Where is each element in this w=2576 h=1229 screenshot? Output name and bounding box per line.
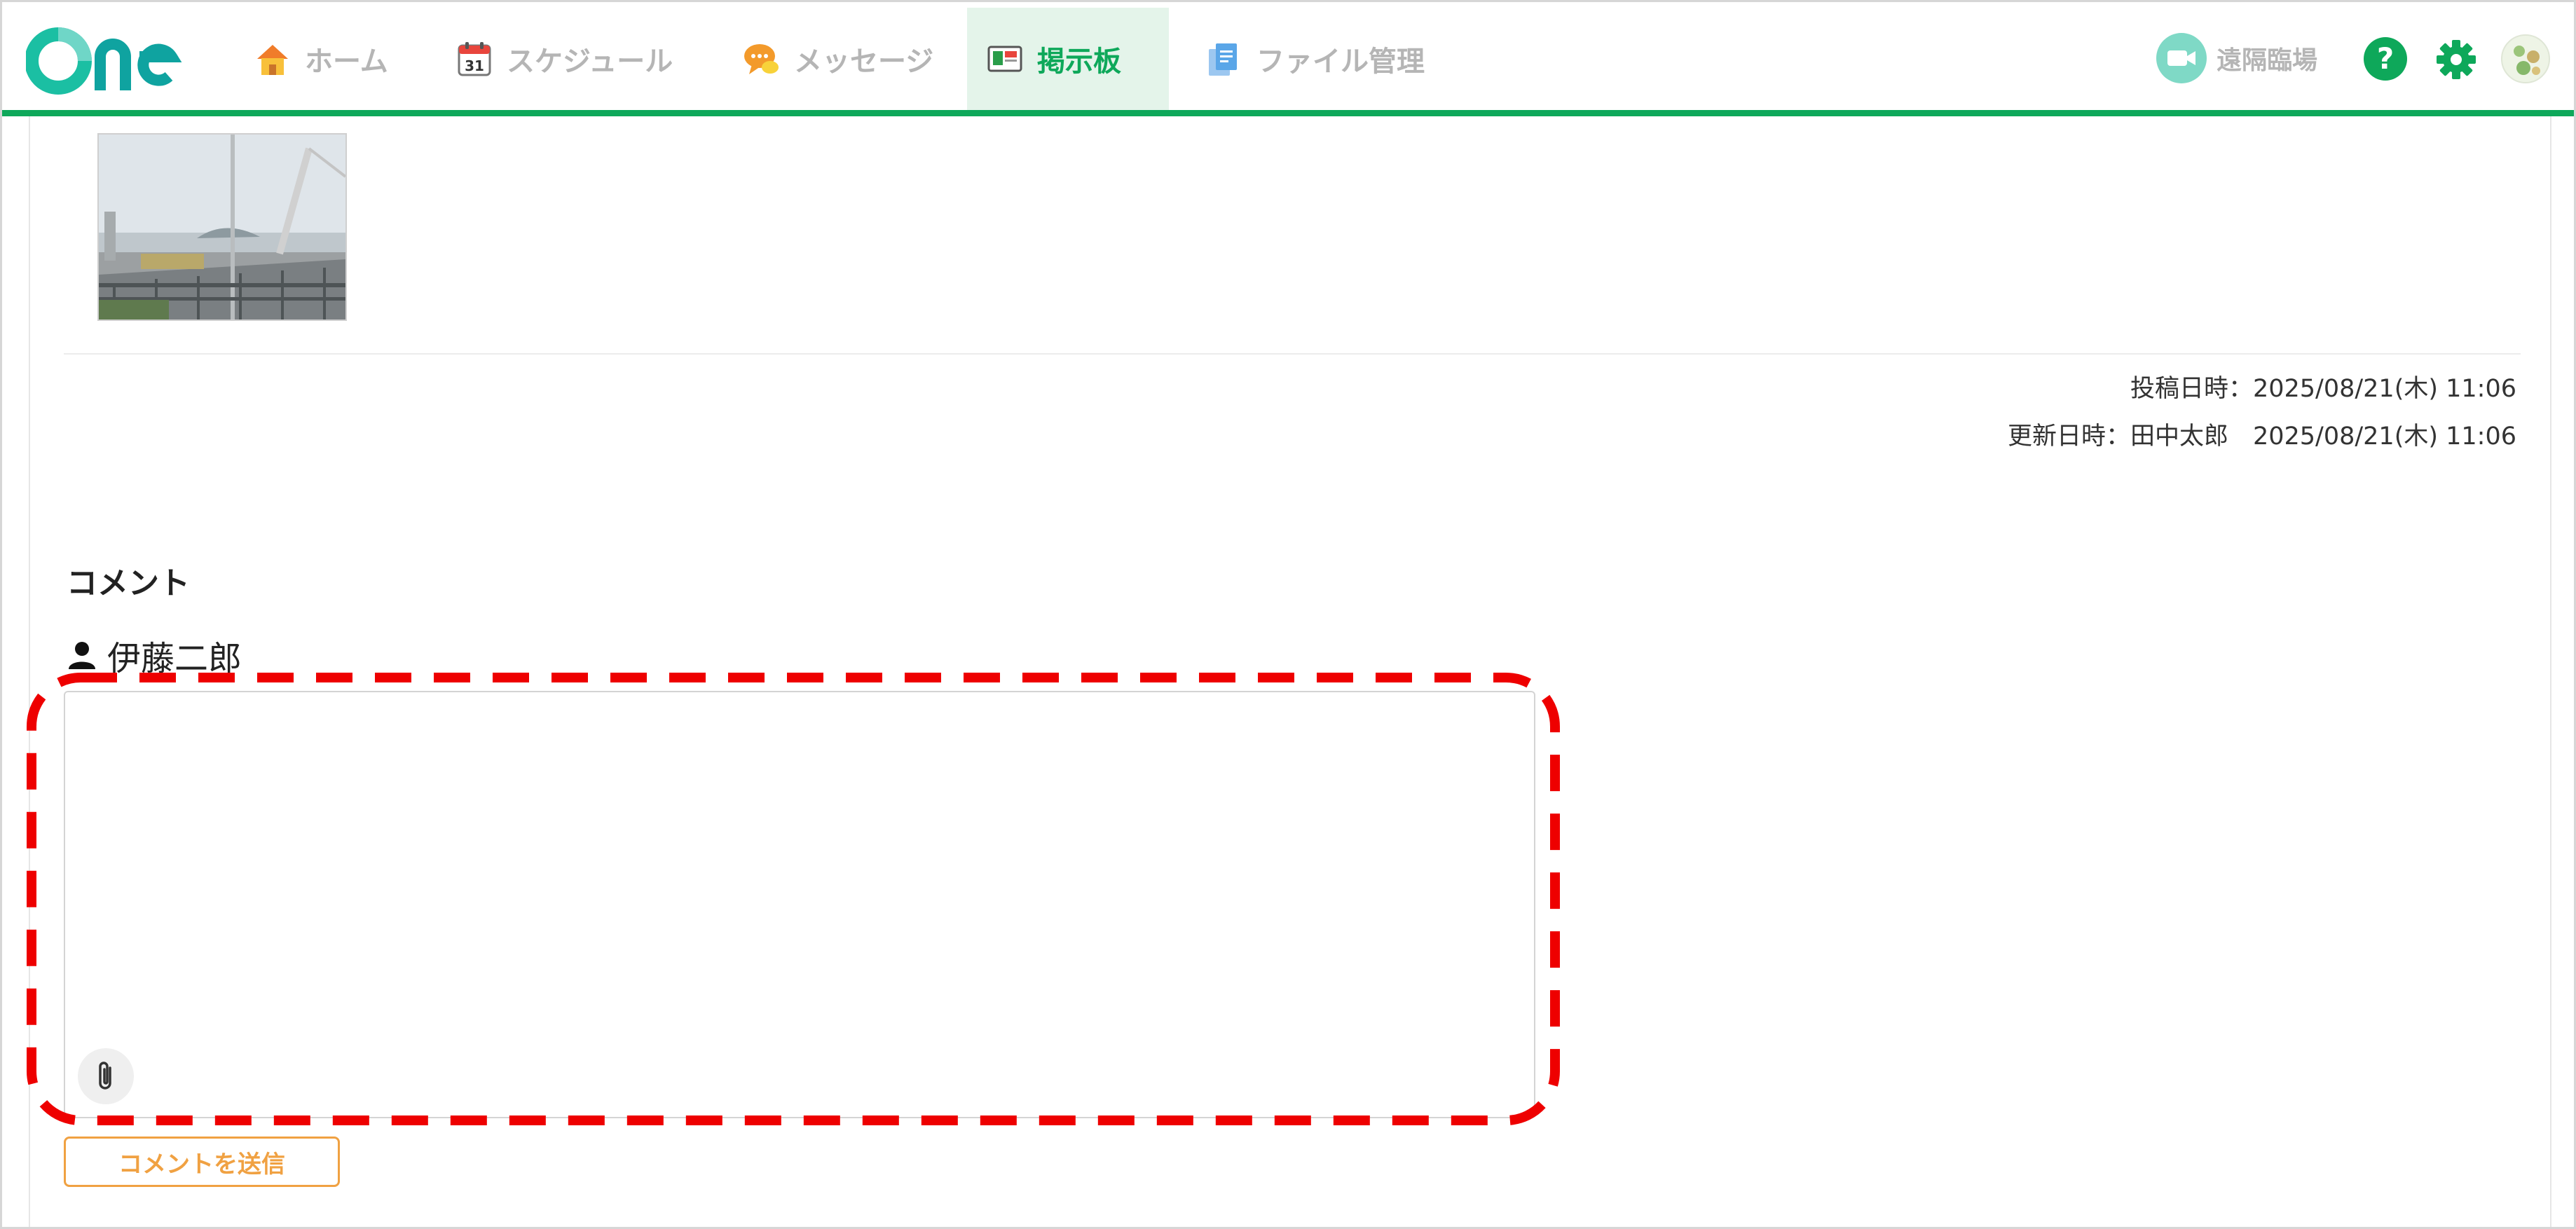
section-divider <box>64 353 2521 355</box>
gear-icon[interactable] <box>2435 39 2477 81</box>
top-navigation-bar: ホーム 31 スケジュール メッセージ 掲示板 ファイル管理 遠隔臨場 ? <box>2 2 2574 116</box>
updated-datetime: 更新日時：田中太郎 2025/08/21(木) 11:06 <box>2007 423 2516 451</box>
construction-site-photo <box>99 135 345 320</box>
person-icon <box>69 642 95 669</box>
nav-bulletin-board[interactable]: 掲示板 <box>967 8 1169 110</box>
post-image-thumbnail[interactable] <box>97 133 347 321</box>
one-logo[interactable] <box>26 26 191 96</box>
nav-home-label: ホーム <box>305 46 388 78</box>
comment-section-heading: コメント <box>67 565 190 601</box>
remote-inspection-label: 遠隔臨場 <box>2217 46 2318 75</box>
posted-datetime: 投稿日時：2025/08/21(木) 11:06 <box>2130 375 2516 403</box>
documents-icon <box>1209 43 1237 76</box>
attach-file-button[interactable] <box>78 1048 134 1104</box>
avatar-image <box>2514 46 2540 75</box>
svg-text:?: ? <box>2377 41 2394 76</box>
avatar[interactable] <box>2501 34 2550 83</box>
chat-bubble-icon <box>744 44 779 74</box>
comment-author-name: 伊藤二郎 <box>107 639 242 678</box>
bulletin-board-icon <box>987 46 1022 72</box>
calendar-day: 31 <box>465 57 484 74</box>
nav-file-management[interactable]: ファイル管理 <box>1186 8 1443 110</box>
nav-schedule[interactable]: 31 スケジュール <box>437 8 691 110</box>
comment-author: 伊藤二郎 <box>67 631 242 680</box>
nav-home[interactable]: ホーム <box>235 8 406 110</box>
help-icon[interactable]: ? <box>2362 36 2409 82</box>
calendar-icon: 31 <box>458 42 491 76</box>
nav-schedule-label: スケジュール <box>507 46 673 78</box>
nav-message[interactable]: メッセージ <box>724 8 952 110</box>
app-window: ホーム 31 スケジュール メッセージ 掲示板 ファイル管理 遠隔臨場 ? 投稿… <box>0 0 2576 1229</box>
video-camera-icon <box>2156 33 2207 83</box>
paperclip-icon <box>99 1062 111 1090</box>
house-icon <box>257 45 288 75</box>
nav-message-label: メッセージ <box>794 46 934 78</box>
nav-bulletin-board-label: 掲示板 <box>1037 46 1121 78</box>
remote-inspection-button[interactable]: 遠隔臨場 <box>2156 33 2317 83</box>
submit-comment-button[interactable]: コメントを送信 <box>64 1137 340 1187</box>
post-detail-panel: 投稿日時：2025/08/21(木) 11:06 更新日時：田中太郎 2025/… <box>29 116 2551 1227</box>
comment-textarea[interactable] <box>65 692 1534 1117</box>
nav-file-management-label: ファイル管理 <box>1256 46 1425 78</box>
comment-input-box <box>64 691 1535 1118</box>
